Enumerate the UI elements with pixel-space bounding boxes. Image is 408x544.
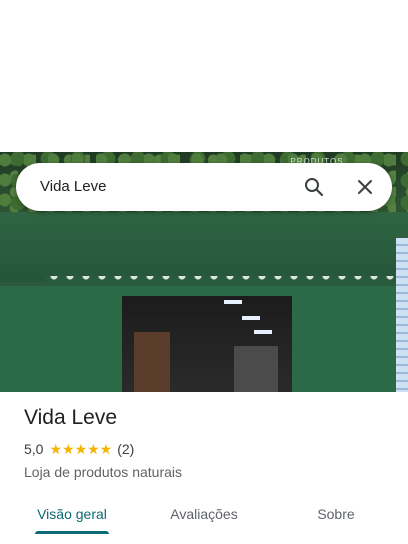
search-icon [305,178,324,197]
active-tab-indicator [35,531,109,534]
search-button[interactable] [302,175,326,199]
awning-trim [46,276,408,286]
ceiling-light [224,300,242,304]
rating-value: 5,0 [24,441,44,457]
star-rating: ★★★★★ [49,442,112,456]
shelf [134,332,170,392]
ceiling-light [242,316,260,320]
place-category[interactable]: Loja de produtos naturais [24,464,384,480]
place-title: Vida Leve [24,406,118,429]
store-entrance [122,296,292,392]
tab-about[interactable]: Sobre [288,496,384,532]
ceiling-light [254,330,272,334]
place-info: Vida Leve 5,0 ★★★★★ (2) Loja de produtos… [24,404,384,480]
review-count[interactable]: (2) [117,441,134,457]
tile-wall [396,238,408,392]
blank-top-area [0,0,408,152]
awning [0,212,408,282]
place-tabs: Visão geral Avaliações Sobre [0,496,408,536]
tab-reviews[interactable]: Avaliações [156,496,252,532]
star-icon: ★★★★★ [49,441,113,457]
search-input[interactable]: Vida Leve [40,163,106,211]
search-bar[interactable]: Vida Leve [16,163,392,211]
shelf [234,346,278,392]
rating-row[interactable]: 5,0 ★★★★★ (2) [24,440,384,458]
close-icon [358,180,372,194]
tab-overview[interactable]: Visão geral [24,496,120,532]
clear-search-button[interactable] [353,175,377,199]
